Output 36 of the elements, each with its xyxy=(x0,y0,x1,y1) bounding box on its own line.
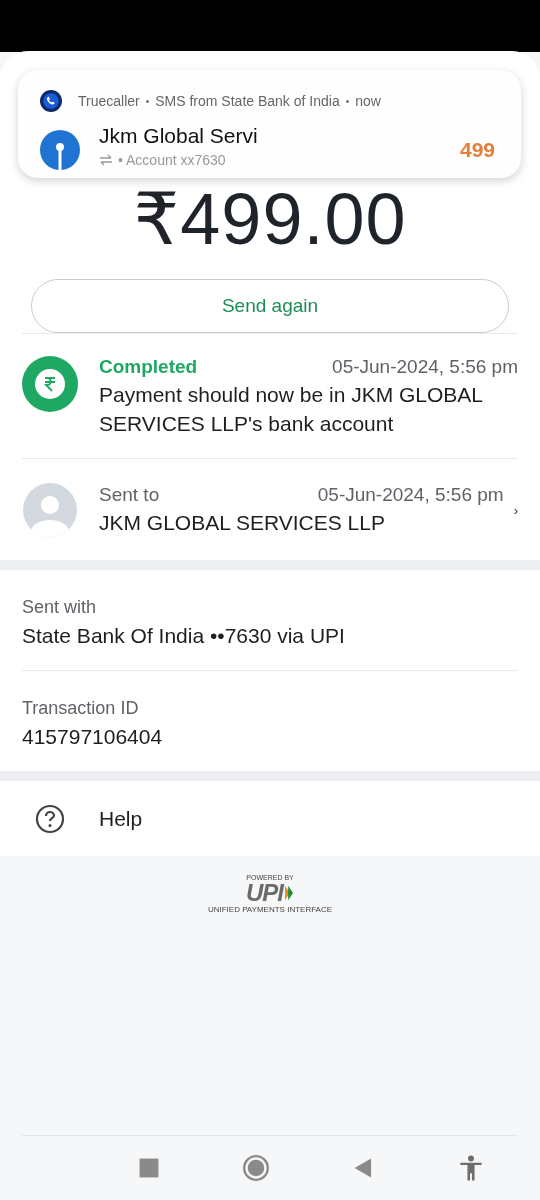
notification-time: now xyxy=(355,93,381,109)
notification-amount: 499 xyxy=(459,138,495,162)
help-icon xyxy=(35,803,65,834)
detail-value: 415797106404 xyxy=(22,725,164,749)
help-row[interactable]: Help xyxy=(0,781,540,856)
accessibility-icon[interactable] xyxy=(458,1155,484,1181)
notification-app: Truecaller xyxy=(78,93,140,109)
notification-subtitle: • Account xx7630 xyxy=(118,152,226,168)
notification-card[interactable]: Truecaller • SMS from State Bank of India • now Jkm Global Servi • Account xx7630 499 xyxy=(18,70,521,178)
home-icon[interactable] xyxy=(243,1155,270,1181)
avatar-icon xyxy=(22,482,78,538)
phone-icon xyxy=(40,90,62,112)
status-message: Payment should now be in JKM GLOBAL SERVICES LLP's bank account xyxy=(99,382,484,437)
upi-arrow-icon xyxy=(284,885,294,901)
swap-arrows-icon xyxy=(99,154,113,166)
payment-amount: ₹499.00 xyxy=(133,183,407,255)
upi-tagline: UNIFIED PAYMENTS INTERFACE xyxy=(207,905,333,914)
chevron-icon: › xyxy=(513,502,518,518)
recipient-name: JKM GLOBAL SERVICES LLP xyxy=(99,509,386,536)
detail-value: State Bank Of India ••7630 via UPI xyxy=(22,624,346,648)
help-label: Help xyxy=(99,806,143,831)
status-label: Completed xyxy=(99,356,198,378)
detail-label: Transaction ID xyxy=(22,698,140,719)
upi-wordmark: UPI xyxy=(246,881,283,905)
bank-logo-icon xyxy=(40,130,80,170)
notification-sender: Jkm Global Servi xyxy=(99,124,259,148)
separator-dot: • xyxy=(145,95,150,107)
separator-dot: • xyxy=(345,95,350,107)
detail-label: Sent with xyxy=(22,597,98,618)
notification-source: SMS from State Bank of India xyxy=(155,93,340,109)
recipient-row[interactable]: Sent to 05-Jun-2024, 5:56 pm JKM GLOBAL SERVICES LLP › xyxy=(0,459,540,560)
send-again-button[interactable]: Send again xyxy=(31,279,509,333)
rupee-status-icon xyxy=(22,356,78,412)
recipient-time: 05-Jun-2024, 5:56 pm xyxy=(317,483,504,506)
status-time: 05-Jun-2024, 5:56 pm xyxy=(332,356,518,378)
recipient-label: Sent to xyxy=(99,483,160,506)
